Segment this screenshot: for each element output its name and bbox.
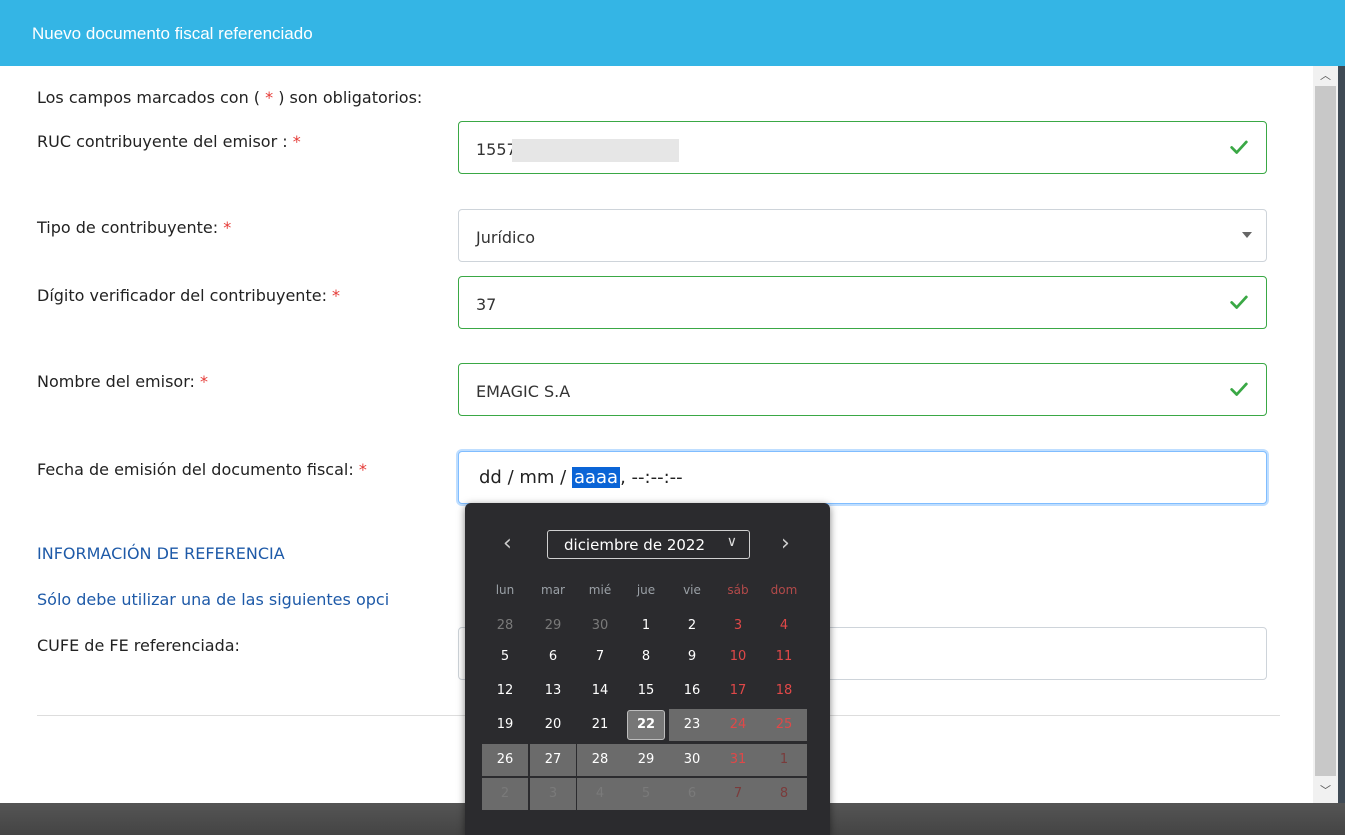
calendar-day[interactable]: 3 — [530, 778, 576, 810]
day-segment[interactable]: dd — [479, 467, 502, 488]
calendar-day[interactable]: 18 — [764, 675, 804, 707]
scroll-down-icon[interactable]: ﹀ — [1313, 781, 1338, 801]
calendar-day[interactable]: 11 — [764, 641, 804, 673]
calendar-day[interactable]: 7 — [715, 778, 761, 810]
calendar-day[interactable]: 2 — [482, 778, 528, 810]
reference-section-title: INFORMACIÓN DE REFERENCIA — [37, 544, 285, 563]
calendar-day[interactable]: 28 — [485, 610, 525, 642]
calendar-day[interactable]: 21 — [580, 709, 620, 741]
ruc-value: 1557 — [476, 140, 517, 159]
cufe-label: CUFE de FE referenciada: — [37, 636, 240, 655]
date-picker: ‹ diciembre de 2022 ∨ › lun mar mié jue vie s… — [465, 503, 830, 835]
check-icon — [1230, 295, 1248, 309]
check-icon — [1230, 140, 1248, 154]
calendar-day[interactable]: 4 — [764, 610, 804, 642]
backdrop-edge — [1338, 66, 1345, 803]
calendar-day[interactable]: 5 — [485, 641, 525, 673]
weekday-label: jue — [636, 583, 656, 597]
calendar-day[interactable]: 30 — [669, 744, 715, 776]
month-year-select[interactable]: diciembre de 2022 ∨ — [547, 530, 750, 559]
weekday-label: sáb — [727, 583, 749, 597]
chevron-right-icon[interactable]: › — [781, 533, 790, 555]
time-segment[interactable]: , --:--:-- — [620, 467, 683, 488]
calendar-day[interactable]: 17 — [718, 675, 758, 707]
calendar-day[interactable]: 29 — [623, 744, 669, 776]
calendar-day[interactable]: 28 — [577, 744, 623, 776]
calendar-day[interactable]: 1 — [626, 610, 666, 642]
dv-input[interactable]: 37 — [458, 276, 1267, 329]
modal-header: Nuevo documento fiscal referenciado — [0, 0, 1345, 66]
calendar-day[interactable]: 8 — [626, 641, 666, 673]
calendar-day[interactable]: 23 — [669, 709, 715, 741]
tipo-select[interactable]: Jurídico — [458, 209, 1267, 262]
weekday-label: vie — [683, 583, 701, 597]
calendar-day[interactable]: 15 — [626, 675, 666, 707]
chevron-down-icon: ∨ — [726, 534, 737, 550]
calendar-day[interactable]: 31 — [715, 744, 761, 776]
calendar-day[interactable]: 13 — [533, 675, 573, 707]
check-icon — [1230, 382, 1248, 396]
tipo-value: Jurídico — [476, 228, 536, 247]
fecha-datetime-input[interactable]: dd / mm / aaaa, --:--:-- — [458, 451, 1267, 504]
calendar-day[interactable]: 6 — [669, 778, 715, 810]
reference-section-subtitle: Sólo debe utilizar una de las siguientes… — [37, 590, 390, 609]
weekday-label: lun — [495, 583, 515, 597]
ruc-label: RUC contribuyente del emisor : * — [37, 132, 301, 151]
calendar-day[interactable]: 20 — [533, 709, 573, 741]
redacted-block — [512, 139, 679, 162]
weekday-label: mar — [541, 583, 565, 597]
nombre-input[interactable]: EMAGIC S.A — [458, 363, 1267, 416]
calendar-day[interactable]: 8 — [761, 778, 807, 810]
calendar-day[interactable]: 1 — [761, 744, 807, 776]
calendar-day[interactable]: 4 — [577, 778, 623, 810]
calendar-day[interactable]: 2 — [672, 610, 712, 642]
scroll-thumb[interactable] — [1315, 86, 1336, 776]
tipo-label: Tipo de contribuyente: * — [37, 218, 232, 237]
calendar-day[interactable]: 7 — [580, 641, 620, 673]
weekday-label: dom — [770, 583, 798, 597]
calendar-day[interactable]: 27 — [530, 744, 576, 776]
calendar-day[interactable]: 30 — [580, 610, 620, 642]
nombre-label: Nombre del emisor: * — [37, 372, 208, 391]
calendar-day[interactable]: 22 — [627, 710, 665, 740]
calendar-day[interactable]: 26 — [482, 744, 528, 776]
calendar-day[interactable]: 9 — [672, 641, 712, 673]
calendar-day[interactable]: 10 — [718, 641, 758, 673]
modal-title: Nuevo documento fiscal referenciado — [32, 24, 313, 43]
month-year-label: diciembre de 2022 — [564, 536, 705, 554]
month-segment[interactable]: mm — [519, 467, 554, 488]
calendar-day[interactable]: 16 — [672, 675, 712, 707]
weekday-label: mié — [588, 583, 612, 597]
scroll-up-icon[interactable]: ︿ — [1313, 66, 1338, 86]
required-note: Los campos marcados con ( * ) son obliga… — [37, 88, 423, 107]
calendar-day[interactable]: 24 — [715, 709, 761, 741]
fecha-value: dd / mm / aaaa, --:--:-- — [479, 467, 683, 488]
fecha-label: Fecha de emisión del documento fiscal: * — [37, 460, 367, 479]
year-segment[interactable]: aaaa — [571, 467, 621, 488]
calendar-day[interactable]: 5 — [623, 778, 669, 810]
calendar-day[interactable]: 12 — [485, 675, 525, 707]
calendar-day[interactable]: 25 — [761, 709, 807, 741]
calendar-day[interactable]: 6 — [533, 641, 573, 673]
dv-value: 37 — [476, 295, 497, 314]
nombre-value: EMAGIC S.A — [476, 382, 571, 401]
calendar-day[interactable]: 14 — [580, 675, 620, 707]
calendar-day[interactable]: 29 — [533, 610, 573, 642]
caret-down-icon — [1242, 232, 1252, 238]
dv-label: Dígito verificador del contribuyente: * — [37, 286, 341, 305]
calendar-day[interactable]: 3 — [718, 610, 758, 642]
chevron-left-icon[interactable]: ‹ — [503, 533, 512, 555]
calendar-day[interactable]: 19 — [485, 709, 525, 741]
scrollbar[interactable]: ︿ ﹀ — [1313, 66, 1338, 803]
